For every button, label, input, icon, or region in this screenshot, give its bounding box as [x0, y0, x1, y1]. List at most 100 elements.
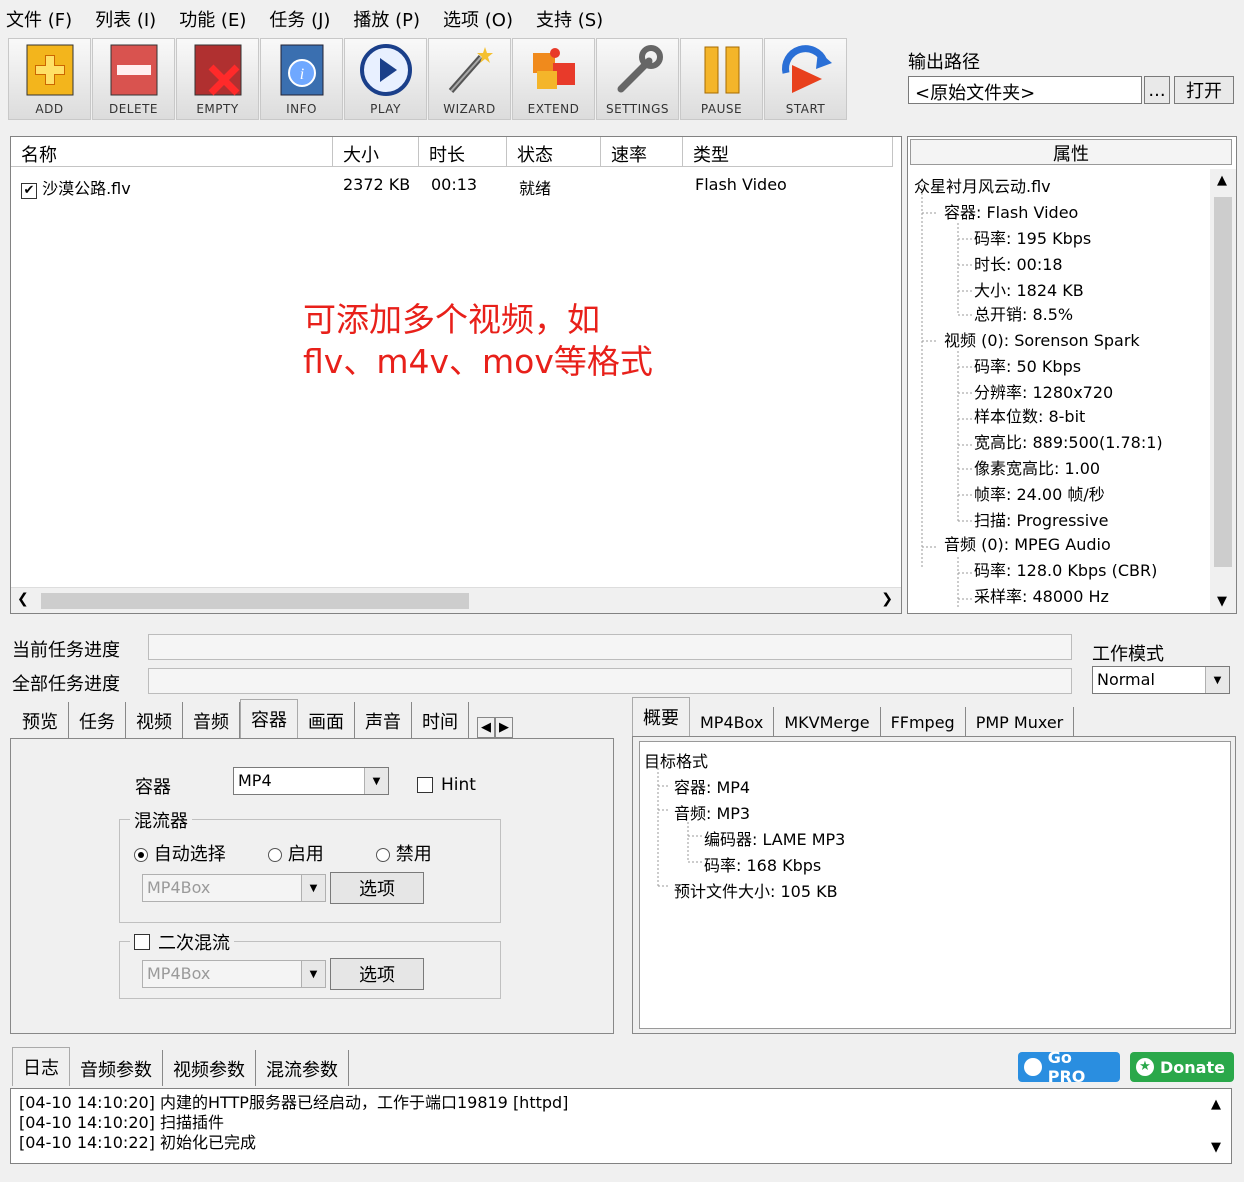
summary-target-format: 目标格式	[644, 752, 709, 771]
tab-log[interactable]: 日志	[12, 1047, 70, 1086]
svg-text:i: i	[299, 66, 303, 83]
tab-summary[interactable]: 概要	[632, 697, 690, 736]
second-mux-value: MP4Box	[147, 964, 211, 983]
menu-options[interactable]: 选项 (O)	[443, 6, 524, 32]
radio-enable-button[interactable]	[268, 848, 282, 862]
tab-preview[interactable]: 预览	[12, 702, 69, 738]
column-size[interactable]: 大小	[333, 137, 419, 167]
hint-check-box[interactable]	[417, 777, 433, 793]
current-progress-bar	[148, 634, 1072, 660]
tab-container[interactable]: 容器	[240, 699, 298, 738]
tab-scroll-right-icon[interactable]: ▶	[495, 717, 513, 738]
muxer-group-title: 混流器	[130, 807, 192, 833]
extend-button[interactable]: EXTEND	[512, 38, 595, 120]
second-options-button[interactable]: 选项	[330, 958, 424, 990]
second-mux-checkbox[interactable]	[134, 934, 150, 950]
menu-list[interactable]: 列表 (I)	[95, 6, 167, 32]
scroll-thumb[interactable]	[41, 593, 469, 609]
gopro-button[interactable]: Go PRO	[1018, 1048, 1120, 1086]
chevron-down-icon[interactable]: ▼	[1205, 667, 1229, 693]
container-select[interactable]: MP4 ▼	[233, 767, 389, 795]
chevron-down-icon[interactable]: ▼	[301, 875, 325, 901]
radio-disable-button[interactable]	[376, 848, 390, 862]
log-box[interactable]: [04-10 14:10:20] 内建的HTTP服务器已经启动，工作于端口198…	[10, 1088, 1232, 1164]
summary-tree: 目标格式 容器: MP4 音频: MP3 编码器: LAME MP3 码率: 1…	[639, 741, 1231, 1029]
muxer-select[interactable]: MP4Box ▼	[142, 874, 326, 902]
tab-audio[interactable]: 音频	[183, 702, 240, 738]
open-button[interactable]: 打开	[1174, 76, 1234, 104]
donate-button[interactable]: ★ Donate	[1130, 1052, 1234, 1082]
properties-scrollbar[interactable]: ▲ ▼	[1210, 169, 1236, 613]
column-type[interactable]: 类型	[683, 137, 893, 167]
file-row[interactable]: ✔ 沙漠公路.flv	[21, 175, 131, 199]
gopro-label: Go PRO	[1047, 1048, 1086, 1086]
add-button[interactable]: ADD	[8, 38, 91, 120]
tab-time[interactable]: 时间	[412, 702, 469, 738]
empty-button[interactable]: EMPTY	[176, 38, 259, 120]
tab-scroll-left-icon[interactable]: ◀	[477, 717, 495, 738]
column-name[interactable]: 名称	[11, 137, 333, 167]
menu-file[interactable]: 文件 (F)	[6, 6, 83, 32]
tab-ffmpeg[interactable]: FFmpeg	[881, 707, 966, 736]
prop-aspect: 宽高比: 889:500(1.78:1)	[974, 433, 1163, 452]
output-path-field[interactable]: <原始文件夹>	[908, 76, 1142, 104]
tab-mkvmerge[interactable]: MKVMerge	[774, 707, 881, 736]
radio-enable[interactable]: 启用	[268, 840, 324, 866]
settings-label: SETTINGS	[605, 102, 670, 116]
prop-resolution: 分辨率: 1280x720	[974, 383, 1114, 402]
wizard-button[interactable]: WIZARD	[428, 38, 511, 120]
tab-task[interactable]: 任务	[69, 702, 126, 738]
tab-pmp-muxer[interactable]: PMP Muxer	[966, 707, 1075, 736]
delete-label: DELETE	[108, 102, 158, 116]
pause-label: PAUSE	[700, 102, 743, 116]
log-scroll-down-icon[interactable]: ▼	[1211, 1140, 1221, 1155]
properties-scroll-thumb[interactable]	[1214, 197, 1232, 567]
tab-picture[interactable]: 画面	[298, 702, 355, 738]
radio-disable[interactable]: 禁用	[376, 840, 432, 866]
settings-button[interactable]: SETTINGS	[596, 38, 679, 120]
tab-video[interactable]: 视频	[126, 702, 183, 738]
play-button[interactable]: PLAY	[344, 38, 427, 120]
tab-video-params[interactable]: 视频参数	[163, 1050, 256, 1086]
second-mux-select[interactable]: MP4Box ▼	[142, 960, 326, 988]
tab-sound[interactable]: 声音	[355, 702, 412, 738]
workmode-select[interactable]: Normal ▼	[1092, 666, 1230, 694]
info-label: INFO	[286, 102, 317, 116]
radio-auto[interactable]: 自动选择	[134, 840, 226, 866]
left-tabs: 预览 任务 视频 音频 容器 画面 声音 时间 ◀ ▶	[12, 699, 513, 738]
prop-audio: 音频 (0): MPEG Audio	[944, 535, 1111, 554]
bottom-tabs: 日志 音频参数 视频参数 混流参数	[12, 1047, 349, 1086]
prop-video: 视频 (0): Sorenson Spark	[944, 331, 1140, 350]
scroll-left-icon[interactable]: ❮	[17, 591, 29, 607]
column-status[interactable]: 状态	[507, 137, 601, 167]
column-rate[interactable]: 速率	[601, 137, 683, 167]
second-mux-title[interactable]: 二次混流	[130, 929, 234, 955]
menu-function[interactable]: 功能 (E)	[179, 6, 257, 32]
file-list[interactable]: 名称 大小 时长 状态 速率 类型 ✔ 沙漠公路.flv 2372 KB 00:…	[10, 136, 902, 614]
tab-mp4box[interactable]: MP4Box	[690, 707, 775, 736]
scroll-right-icon[interactable]: ❯	[881, 591, 893, 607]
chevron-down-icon[interactable]: ▼	[364, 768, 388, 794]
hint-checkbox[interactable]: Hint	[417, 775, 476, 795]
column-duration[interactable]: 时长	[419, 137, 507, 167]
info-button[interactable]: i INFO	[260, 38, 343, 120]
start-button[interactable]: START	[764, 38, 847, 120]
tab-mux-params[interactable]: 混流参数	[256, 1050, 349, 1086]
menu-support[interactable]: 支持 (S)	[536, 6, 614, 32]
radio-auto-button[interactable]	[134, 848, 148, 862]
menu-play[interactable]: 播放 (P)	[353, 6, 431, 32]
pause-button[interactable]: PAUSE	[680, 38, 763, 120]
settings-icon	[609, 42, 667, 98]
muxer-options-button[interactable]: 选项	[330, 872, 424, 904]
tab-audio-params[interactable]: 音频参数	[70, 1050, 163, 1086]
chevron-down-icon[interactable]: ▼	[301, 961, 325, 987]
delete-button[interactable]: DELETE	[92, 38, 175, 120]
log-scroll-up-icon[interactable]: ▲	[1211, 1097, 1221, 1112]
menu-task[interactable]: 任务 (J)	[269, 6, 341, 32]
browse-button[interactable]: ...	[1144, 76, 1170, 104]
wizard-icon	[441, 42, 499, 98]
horizontal-scrollbar[interactable]: ❮ ❯	[11, 587, 901, 613]
scroll-down-icon[interactable]: ▼	[1217, 594, 1227, 609]
scroll-up-icon[interactable]: ▲	[1217, 173, 1227, 188]
file-checkbox[interactable]: ✔	[21, 182, 37, 199]
